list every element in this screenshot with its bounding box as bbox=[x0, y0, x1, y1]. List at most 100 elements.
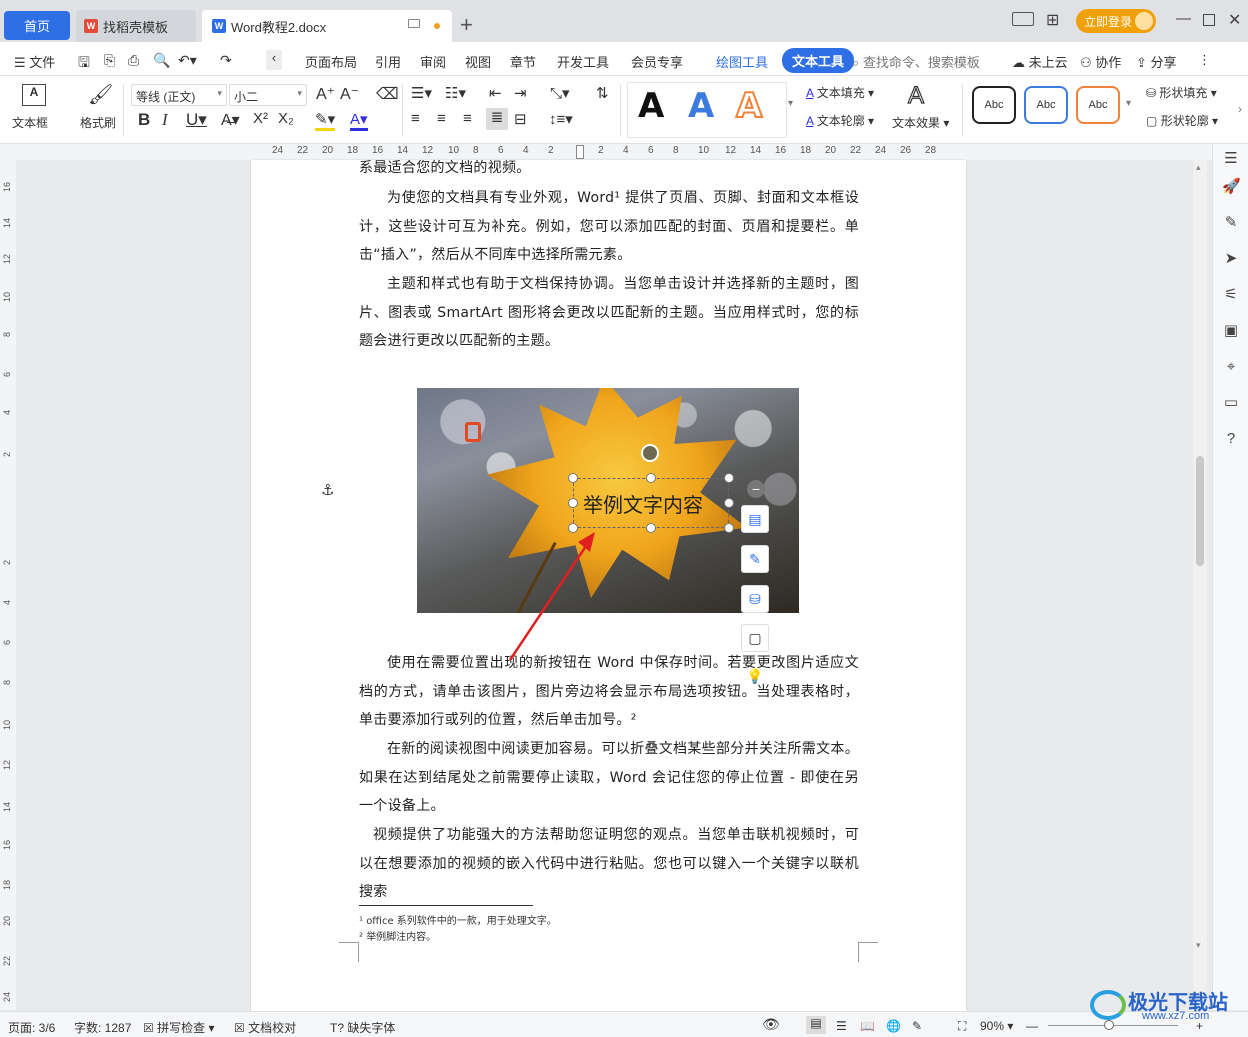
apps-grid-icon[interactable]: ⊞ bbox=[1046, 10, 1059, 30]
underline-icon[interactable]: U▾ bbox=[186, 110, 207, 130]
menu-scroll-left-icon[interactable]: ‹ bbox=[266, 50, 282, 70]
panel-menu-icon[interactable]: ☰ bbox=[1222, 150, 1240, 168]
font-color-icon[interactable]: A▾ bbox=[350, 110, 368, 131]
login-button[interactable]: 立即登录 bbox=[1076, 9, 1156, 33]
shape-style-3[interactable]: Abc bbox=[1076, 86, 1120, 124]
align-center-icon[interactable]: ≡ bbox=[437, 110, 446, 127]
italic-icon[interactable]: I bbox=[162, 110, 168, 130]
format-painter-button[interactable]: 格式刷 bbox=[80, 114, 116, 131]
resize-handle[interactable] bbox=[724, 473, 734, 483]
collapse-icon[interactable]: − bbox=[747, 480, 765, 498]
redo-icon[interactable]: ↷ bbox=[220, 52, 232, 69]
resize-handle[interactable] bbox=[724, 523, 734, 533]
document-page[interactable]: 系最适合您的文档的视频。 为使您的文档具有专业外观，Word¹ 提供了页眉、页脚… bbox=[251, 160, 966, 1011]
location-icon[interactable]: ⌖ bbox=[1222, 358, 1240, 376]
page-indicator[interactable]: 页面: 3/6 bbox=[8, 1019, 55, 1036]
book-icon[interactable]: ▭ bbox=[1222, 394, 1240, 412]
shape-outline-button[interactable]: ▢ 形状轮廓 ▾ bbox=[1146, 112, 1218, 129]
file-menu[interactable]: ☰ 文件 bbox=[14, 52, 55, 71]
resize-handle[interactable] bbox=[646, 523, 656, 533]
pen-mode-icon[interactable]: ✎ bbox=[912, 1019, 922, 1033]
line-spacing-icon[interactable]: ↕≡▾ bbox=[549, 110, 573, 128]
minimize-icon[interactable]: — bbox=[1176, 10, 1191, 27]
menu-text-tools[interactable]: 文本工具 bbox=[782, 48, 855, 73]
bold-icon[interactable]: B bbox=[138, 110, 150, 130]
indent-marker-icon[interactable] bbox=[576, 145, 584, 159]
rotate-handle-icon[interactable] bbox=[641, 444, 659, 462]
text-box-content[interactable]: 举例文字内容 bbox=[583, 489, 703, 518]
scroll-down-icon[interactable]: ▾ bbox=[1196, 940, 1201, 951]
print-icon[interactable]: ⎙ bbox=[128, 52, 139, 69]
shrink-font-icon[interactable]: A⁻ bbox=[340, 84, 359, 104]
monitor-icon[interactable] bbox=[408, 19, 420, 28]
menu-drawing-tools[interactable]: 绘图工具 bbox=[716, 52, 768, 71]
menu-review[interactable]: 审阅 bbox=[420, 52, 446, 71]
highlight-icon[interactable]: ✎▾ bbox=[315, 110, 336, 131]
ribbon-scroll-right-icon[interactable]: › bbox=[1238, 102, 1242, 116]
resize-handle[interactable] bbox=[568, 523, 578, 533]
missing-font-button[interactable]: T? 缺失字体 bbox=[330, 1019, 395, 1036]
tab-document[interactable]: W Word教程2.docx bbox=[202, 10, 452, 42]
export-icon[interactable]: ⎘ bbox=[104, 52, 115, 69]
wordart-more-icon[interactable]: ▾ bbox=[788, 98, 793, 109]
pointer-icon[interactable]: ➤ bbox=[1222, 250, 1240, 268]
font-size-select[interactable]: 小二 bbox=[229, 84, 307, 106]
pen-icon[interactable]: ✎ bbox=[741, 545, 769, 573]
eye-icon[interactable]: 👁 bbox=[762, 1016, 780, 1033]
resize-handle[interactable] bbox=[724, 498, 734, 508]
decrease-indent-icon[interactable]: ⇤ bbox=[489, 84, 502, 102]
word-count[interactable]: 字数: 1287 bbox=[74, 1019, 131, 1036]
print-preview-icon[interactable]: 🔍 bbox=[153, 52, 170, 69]
new-tab-button[interactable]: + bbox=[460, 12, 473, 38]
sort-icon[interactable]: ⇅ bbox=[596, 84, 609, 102]
more-icon[interactable]: ⋮ bbox=[1198, 52, 1211, 68]
strikethrough-icon[interactable]: A̶▾ bbox=[221, 110, 240, 130]
image-tool-icon[interactable]: ▣ bbox=[1222, 322, 1240, 340]
font-family-select[interactable]: 等线 (正文) bbox=[131, 84, 227, 106]
layout-icon[interactable] bbox=[1012, 12, 1034, 26]
justify-icon[interactable]: ≣ bbox=[486, 108, 508, 130]
zoom-out-icon[interactable]: — bbox=[1026, 1019, 1038, 1033]
text-fill-button[interactable]: A 文本填充 ▾ bbox=[806, 84, 874, 101]
vertical-scrollbar[interactable]: ▴ ▾ bbox=[1193, 160, 1207, 1010]
help-icon[interactable]: ? bbox=[1222, 430, 1240, 448]
layout-options-icon[interactable]: ▤ bbox=[741, 505, 769, 533]
wordart-orange-outline[interactable]: A bbox=[735, 85, 763, 127]
reading-view-icon[interactable]: 📖 bbox=[860, 1019, 875, 1033]
menu-view[interactable]: 视图 bbox=[465, 52, 491, 71]
page-view-icon[interactable]: ▤ bbox=[806, 1016, 826, 1034]
text-box[interactable]: 举例文字内容 bbox=[573, 478, 729, 528]
textbox-button[interactable]: 文本框 bbox=[12, 114, 48, 131]
cloud-status[interactable]: ☁ 未上云 bbox=[1012, 52, 1068, 71]
outline-box-icon[interactable]: ▢ bbox=[741, 624, 769, 652]
fill-bucket-icon[interactable]: ⛁ bbox=[741, 585, 769, 613]
close-icon[interactable]: ✕ bbox=[1228, 10, 1241, 30]
text-effect-button[interactable]: 文本效果 ▾ bbox=[892, 114, 949, 131]
wordart-blue[interactable]: A bbox=[688, 86, 714, 126]
bullet-list-icon[interactable]: ☰▾ bbox=[411, 84, 432, 102]
shape-fill-button[interactable]: ⛁ 形状填充 ▾ bbox=[1146, 84, 1217, 101]
share-button[interactable]: ⇪ 分享 bbox=[1136, 52, 1177, 71]
edit-icon[interactable]: ✎ bbox=[1222, 214, 1240, 232]
menu-developer[interactable]: 开发工具 bbox=[557, 52, 609, 71]
text-direction-icon[interactable]: ⤡▾ bbox=[550, 84, 570, 102]
doc-proof-button[interactable]: ☒ 文档校对 bbox=[234, 1019, 296, 1036]
outline-view-icon[interactable]: ☰ bbox=[836, 1019, 847, 1033]
resize-handle[interactable] bbox=[568, 498, 578, 508]
tab-docer-templates[interactable]: W 找稻壳模板 bbox=[76, 10, 196, 42]
align-left-icon[interactable]: ≡ bbox=[411, 110, 420, 127]
text-outline-button[interactable]: A 文本轮廓 ▾ bbox=[806, 112, 874, 129]
increase-indent-icon[interactable]: ⇥ bbox=[514, 84, 527, 102]
format-painter-icon[interactable]: 🖌 bbox=[88, 82, 113, 107]
scrollbar-thumb[interactable] bbox=[1196, 456, 1204, 566]
text-effect-icon[interactable]: A bbox=[907, 81, 924, 110]
menu-member[interactable]: 会员专享 bbox=[631, 52, 683, 71]
menu-page-layout[interactable]: 页面布局 bbox=[305, 52, 357, 71]
wordart-black[interactable]: A bbox=[638, 86, 664, 126]
zoom-level[interactable]: 90% ▾ bbox=[980, 1019, 1013, 1033]
distribute-icon[interactable]: ⊟ bbox=[514, 110, 527, 128]
scroll-up-icon[interactable]: ▴ bbox=[1196, 162, 1201, 173]
shape-style-1[interactable]: Abc bbox=[972, 86, 1016, 124]
numbered-list-icon[interactable]: ☷▾ bbox=[445, 84, 466, 102]
clear-format-icon[interactable]: ⌫ bbox=[376, 84, 399, 104]
